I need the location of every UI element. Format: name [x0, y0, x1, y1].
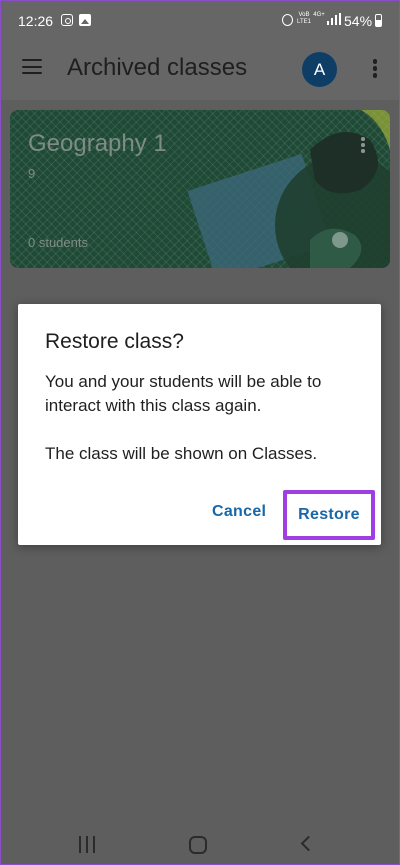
restore-button[interactable]: Restore [283, 490, 375, 540]
battery-icon [375, 14, 382, 27]
back-icon[interactable] [300, 835, 317, 852]
page-title: Archived classes [67, 54, 248, 81]
dialog-title: Restore class? [45, 330, 184, 353]
battery-percent: 54% [344, 13, 373, 29]
class-card[interactable]: Geography 1 9 0 students [10, 110, 390, 268]
hamburger-menu-icon[interactable] [22, 59, 42, 75]
class-section: 9 [28, 166, 36, 181]
dialog-body: You and your students will be able to in… [45, 370, 365, 466]
restore-dialog: Restore class? You and your students wil… [18, 304, 381, 545]
network-type: 4G+ [313, 12, 325, 18]
alarm-icon [282, 14, 293, 26]
dialog-note: The class will be shown on Classes. [45, 444, 318, 463]
gallery-icon [79, 14, 91, 26]
system-nav-bar [0, 813, 400, 865]
network-indicator: VoB LTE1 [297, 12, 311, 25]
status-time: 12:26 [18, 13, 54, 29]
cancel-button[interactable]: Cancel [212, 503, 266, 521]
avatar[interactable]: A [302, 52, 337, 87]
status-bar: 12:26 VoB LTE1 4G+ 54% [0, 0, 400, 40]
app-bar: Archived classes A [0, 40, 400, 100]
recents-icon[interactable] [79, 836, 97, 853]
student-count: 0 students [28, 235, 88, 250]
class-name: Geography 1 [28, 130, 167, 157]
signal-icon [327, 13, 341, 25]
instagram-icon [61, 14, 73, 26]
card-more-icon[interactable] [361, 137, 365, 155]
more-vert-icon[interactable] [372, 59, 378, 79]
dialog-message: You and your students will be able to in… [45, 372, 322, 415]
home-icon[interactable] [189, 836, 207, 854]
